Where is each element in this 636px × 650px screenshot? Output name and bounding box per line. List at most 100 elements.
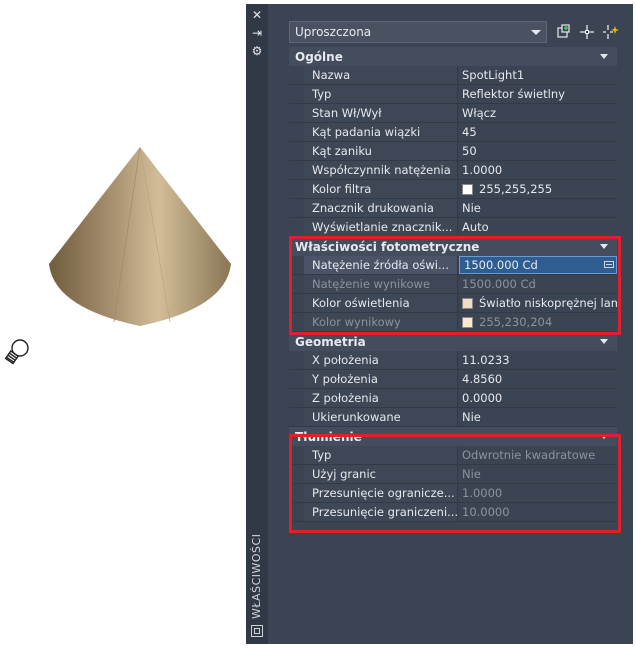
property-value-cell[interactable]: 255,255,255	[458, 180, 617, 198]
toggle-pickadd-button[interactable]	[555, 23, 573, 41]
property-value: Światło niskoprężnej lam...	[479, 296, 617, 310]
property-label: Kolor filtra	[304, 180, 458, 198]
section-attenuation: Tłumienie Typ Odwrotnie kwadratowe Użyj g…	[289, 427, 617, 522]
property-label: X położenia	[304, 351, 458, 369]
property-label: Kolor wynikowy	[304, 313, 458, 331]
section-title: Właściwości fotometryczne	[295, 239, 480, 254]
chevron-down-icon	[531, 30, 541, 35]
property-value-cell[interactable]: Światło niskoprężnej lam...	[458, 294, 617, 312]
property-row-targeted[interactable]: Ukierunkowane Nie	[289, 408, 617, 427]
cone-model	[49, 146, 231, 326]
property-label: Y położenia	[304, 370, 458, 388]
property-value-cell: 255,230,204	[458, 313, 617, 331]
object-type-value: Uproszczona	[295, 25, 372, 39]
collapse-icon[interactable]: ⇥	[250, 26, 264, 40]
property-row-intensity-factor[interactable]: Współczynnik natężenia 1.0000	[289, 161, 617, 180]
property-value: 255,230,204	[479, 315, 553, 329]
property-value[interactable]: SpotLight1	[458, 66, 617, 84]
property-label: Przesunięcie ogranicze...	[304, 484, 458, 502]
spotlight-glyph-icon[interactable]	[2, 336, 34, 370]
property-label: Z położenia	[304, 389, 458, 407]
chevron-down-icon[interactable]	[600, 244, 608, 249]
chevron-down-icon[interactable]	[600, 54, 608, 59]
settings-icon[interactable]: ⚙	[250, 44, 264, 58]
property-value[interactable]: 0.0000	[458, 389, 617, 407]
property-value[interactable]: Reflektor świetlny	[458, 85, 617, 103]
property-value[interactable]: 1.0000	[458, 161, 617, 179]
property-label: Kąt zaniku	[304, 142, 458, 160]
edit-dialog-icon[interactable]	[604, 261, 614, 268]
property-row-resulting-color: Kolor wynikowy 255,230,204	[289, 313, 617, 332]
property-label: Stan Wł/Wył	[304, 104, 458, 122]
select-objects-button[interactable]	[578, 23, 596, 41]
property-value: 1500.000 Cd	[458, 275, 617, 293]
property-row-filter-color[interactable]: Kolor filtra 255,255,255	[289, 180, 617, 199]
property-label: Typ	[304, 85, 458, 103]
section-title: Ogólne	[295, 49, 343, 64]
property-row-position-x[interactable]: X położenia 11.0233	[289, 351, 617, 370]
property-row-position-y[interactable]: Y położenia 4.8560	[289, 370, 617, 389]
property-value: Nie	[458, 465, 617, 483]
crosshair-icon	[580, 25, 594, 39]
property-label: Natężenie źródła oświ...	[304, 256, 458, 274]
close-icon[interactable]: ✕	[250, 8, 264, 22]
property-row-lamp-intensity[interactable]: Natężenie źródła oświ... 1500.000 Cd	[289, 256, 617, 275]
section-header-general[interactable]: Ogólne	[289, 47, 617, 66]
property-label: Nazwa	[304, 66, 458, 84]
property-row-limit-end: Przesunięcie graniczeni... 10.0000	[289, 503, 617, 522]
property-value[interactable]: Włącz	[458, 104, 617, 122]
section-header-attenuation[interactable]: Tłumienie	[289, 427, 617, 446]
palette-title: WŁAŚCIWOŚCI	[250, 533, 263, 619]
object-type-dropdown[interactable]: Uproszczona	[289, 21, 547, 43]
color-swatch	[462, 316, 473, 328]
property-value[interactable]: Nie	[458, 199, 617, 217]
section-header-geometry[interactable]: Geometria	[289, 332, 617, 351]
chevron-down-icon[interactable]	[600, 339, 608, 344]
property-row-lamp-color[interactable]: Kolor oświetlenia Światło niskoprężnej la…	[289, 294, 617, 313]
color-swatch	[462, 183, 473, 195]
property-value: 1.0000	[458, 484, 617, 502]
property-row-falloff[interactable]: Kąt zaniku 50	[289, 142, 617, 161]
property-row-name[interactable]: Nazwa SpotLight1	[289, 66, 617, 85]
palette-menu-icon[interactable]	[251, 625, 263, 637]
property-grid: Ogólne Nazwa SpotLight1 Typ Reflektor świe…	[289, 47, 617, 522]
property-row-hotspot[interactable]: Kąt padania wiązki 45	[289, 123, 617, 142]
property-row-position-z[interactable]: Z położenia 0.0000	[289, 389, 617, 408]
section-title: Tłumienie	[295, 429, 362, 444]
property-row-limit-start: Przesunięcie ogranicze... 1.0000	[289, 484, 617, 503]
chevron-down-icon[interactable]	[600, 434, 608, 439]
section-title: Geometria	[295, 334, 366, 349]
property-value[interactable]: 11.0233	[458, 351, 617, 369]
section-header-photometric[interactable]: Właściwości fotometryczne	[289, 237, 617, 256]
property-value: 255,255,255	[479, 182, 553, 196]
section-geometry: Geometria X położenia 11.0233 Y położenia…	[289, 332, 617, 427]
property-label: Współczynnik natężenia	[304, 161, 458, 179]
property-value[interactable]: 50	[458, 142, 617, 160]
property-label: Znacznik drukowania	[304, 199, 458, 217]
palette-toolbar: Uproszczona	[289, 21, 631, 43]
property-value[interactable]: Auto	[458, 218, 617, 236]
property-row-plot-glyph[interactable]: Znacznik drukowania Nie	[289, 199, 617, 218]
property-value[interactable]: 4.8560	[458, 370, 617, 388]
property-value[interactable]: Nie	[458, 408, 617, 426]
property-label: Przesunięcie graniczeni...	[304, 503, 458, 521]
property-row-on-off[interactable]: Stan Wł/Wył Włącz	[289, 104, 617, 123]
property-row-glyph-display[interactable]: Wyświetlanie znacznik... Auto	[289, 218, 617, 237]
property-label: Typ	[304, 446, 458, 464]
property-label: Natężenie wynikowe	[304, 275, 458, 293]
section-general: Ogólne Nazwa SpotLight1 Typ Reflektor świe…	[289, 47, 617, 237]
property-row-attenuation-type: Typ Odwrotnie kwadratowe	[289, 446, 617, 465]
property-row-type[interactable]: Typ Reflektor świetlny	[289, 85, 617, 104]
property-row-resulting-intensity: Natężenie wynikowe 1500.000 Cd	[289, 275, 617, 294]
quick-select-button[interactable]	[602, 23, 620, 41]
property-value: 1500.000 Cd	[464, 258, 538, 272]
property-label: Kąt padania wiązki	[304, 123, 458, 141]
lamp-intensity-input[interactable]: 1500.000 Cd	[459, 256, 617, 274]
property-value: 10.0000	[458, 503, 617, 521]
property-label: Ukierunkowane	[304, 408, 458, 426]
palette-title-bar[interactable]: ✕ ⇥ ⚙ WŁAŚCIWOŚCI	[246, 4, 268, 644]
property-value[interactable]: 45	[458, 123, 617, 141]
property-label: Kolor oświetlenia	[304, 294, 458, 312]
color-swatch	[462, 297, 473, 309]
pickadd-icon	[557, 24, 570, 38]
